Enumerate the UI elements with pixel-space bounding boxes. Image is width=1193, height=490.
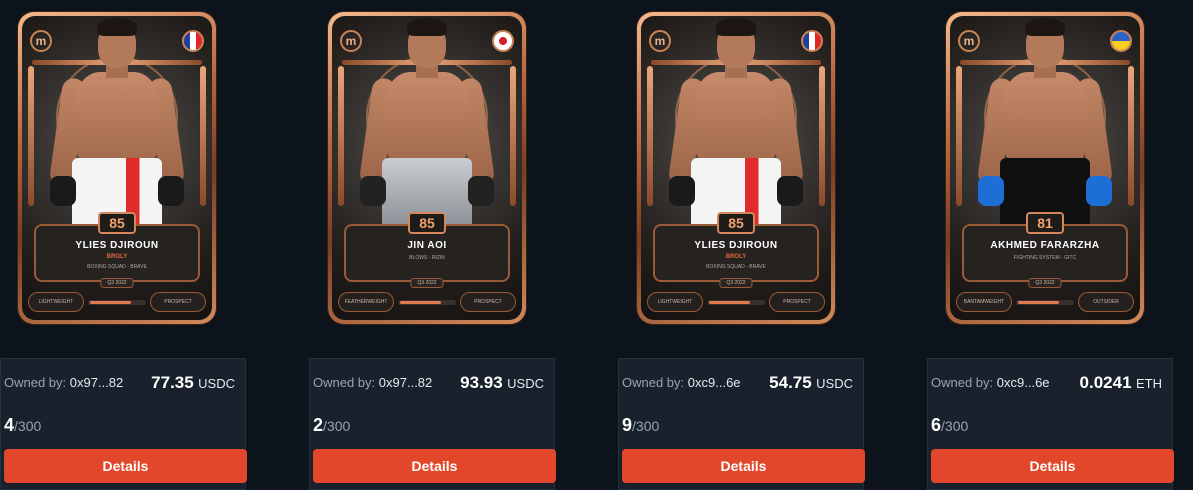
- fighter-photo: [352, 16, 502, 226]
- copper-pipe: [200, 66, 206, 206]
- progress-line: [88, 300, 146, 305]
- owner-label: Owned by:: [931, 375, 994, 390]
- price-currency: USDC: [198, 376, 235, 391]
- details-button[interactable]: Details: [931, 449, 1174, 483]
- copper-pipe: [647, 66, 653, 206]
- fighter-name: AKHMED FARARZHA: [990, 240, 1100, 251]
- price-currency: USDC: [507, 376, 544, 391]
- fighter-card-image[interactable]: m YLIES DJIROUN BROLY BOXING SQUAD - BRA…: [637, 12, 835, 324]
- fighter-photo: [42, 16, 192, 226]
- copper-pipe: [819, 66, 825, 206]
- fighter-nickname: BROLY: [725, 254, 747, 260]
- tier-pill: OUTSIDER: [1078, 292, 1134, 312]
- owner-info: Owned by: 0x97...82: [313, 375, 432, 390]
- weight-class-pill: LIGHTWEIGHT: [647, 292, 703, 312]
- card-season: Q3 2022: [1028, 278, 1062, 288]
- tier-pill: PROSPECT: [460, 292, 516, 312]
- details-button[interactable]: Details: [622, 449, 865, 483]
- copper-pipe: [338, 66, 344, 206]
- edition-count: 6/300: [931, 415, 968, 436]
- owner-address[interactable]: 0x97...82: [70, 375, 124, 390]
- fighter-rating: 85: [98, 212, 136, 234]
- fighter-name: YLIES DJIROUN: [694, 240, 778, 251]
- price-currency: USDC: [816, 376, 853, 391]
- edition-total: /300: [14, 418, 42, 434]
- copper-pipe: [510, 66, 516, 206]
- fighter-rating: 81: [1026, 212, 1064, 234]
- owner-address[interactable]: 0xc9...6e: [688, 375, 741, 390]
- copper-pipe: [1128, 66, 1134, 206]
- progress-line: [707, 300, 765, 305]
- edition-count: 4/300: [4, 415, 41, 436]
- fighter-rating: 85: [408, 212, 446, 234]
- fighter-photo: [970, 16, 1120, 226]
- fighter-club: FIGHTING SYSTEM - GITC: [1013, 255, 1077, 261]
- fighter-club: BOXING SQUAD - BRAVE: [87, 264, 147, 270]
- nft-card-grid: m YLIES DJIROUN BROLY BOXING SQUAD - BRA…: [0, 0, 1193, 490]
- card-artwork: m YLIES DJIROUN BROLY BOXING SQUAD - BRA…: [641, 16, 831, 320]
- tier-pill: PROSPECT: [769, 292, 825, 312]
- price: 93.93 USDC: [460, 373, 544, 393]
- fighter-card-image[interactable]: m JIN AOI BLOWS - RIZIN 85 Q3 2022 FEATH…: [328, 12, 526, 324]
- owner-info: Owned by: 0xc9...6e: [622, 375, 741, 390]
- details-button[interactable]: Details: [4, 449, 247, 483]
- edition-count: 9/300: [622, 415, 659, 436]
- fighter-name: YLIES DJIROUN: [75, 240, 159, 251]
- edition-number: 2: [313, 415, 324, 435]
- nft-listing: m AKHMED FARARZHA FIGHTING SYSTEM - GITC…: [927, 0, 1174, 490]
- fighter-name: JIN AOI: [407, 240, 447, 251]
- price: 77.35 USDC: [151, 373, 235, 393]
- progress-line: [1016, 300, 1074, 305]
- fighter-photo: [661, 16, 811, 226]
- edition-number: 9: [622, 415, 633, 435]
- card-season: Q3 2022: [719, 278, 753, 288]
- owner-info: Owned by: 0x97...82: [4, 375, 123, 390]
- owner-label: Owned by:: [4, 375, 67, 390]
- edition-total: /300: [323, 418, 351, 434]
- fighter-nickname: BROLY: [106, 254, 128, 260]
- price-value: 93.93: [460, 373, 503, 392]
- weight-class-pill: FEATHERWEIGHT: [338, 292, 394, 312]
- owner-address[interactable]: 0xc9...6e: [997, 375, 1050, 390]
- fighter-card-image[interactable]: m AKHMED FARARZHA FIGHTING SYSTEM - GITC…: [946, 12, 1144, 324]
- owner-label: Owned by:: [313, 375, 376, 390]
- copper-pipe: [956, 66, 962, 206]
- tier-pill: PROSPECT: [150, 292, 206, 312]
- weight-class-pill: LIGHTWEIGHT: [28, 292, 84, 312]
- price-value: 54.75: [769, 373, 812, 392]
- listing-info-panel: Owned by: 0x97...82 93.93 USDC 2/300 Det…: [309, 358, 556, 490]
- nft-listing: m YLIES DJIROUN BROLY BOXING SQUAD - BRA…: [618, 0, 865, 490]
- nft-listing: m YLIES DJIROUN BROLY BOXING SQUAD - BRA…: [0, 0, 247, 490]
- card-artwork: m YLIES DJIROUN BROLY BOXING SQUAD - BRA…: [22, 16, 212, 320]
- owner-info: Owned by: 0xc9...6e: [931, 375, 1050, 390]
- fighter-card-image[interactable]: m YLIES DJIROUN BROLY BOXING SQUAD - BRA…: [18, 12, 216, 324]
- copper-pipe: [28, 66, 34, 206]
- price: 54.75 USDC: [769, 373, 853, 393]
- edition-total: /300: [632, 418, 660, 434]
- edition-total: /300: [941, 418, 969, 434]
- listing-info-panel: Owned by: 0xc9...6e 0.0241 ETH 6/300 Det…: [927, 358, 1174, 490]
- edition-number: 6: [931, 415, 942, 435]
- price: 0.0241 ETH: [1080, 373, 1162, 393]
- owner-label: Owned by:: [622, 375, 685, 390]
- card-artwork: m JIN AOI BLOWS - RIZIN 85 Q3 2022 FEATH…: [332, 16, 522, 320]
- price-value: 77.35: [151, 373, 194, 392]
- listing-info-panel: Owned by: 0xc9...6e 54.75 USDC 9/300 Det…: [618, 358, 865, 490]
- card-artwork: m AKHMED FARARZHA FIGHTING SYSTEM - GITC…: [950, 16, 1140, 320]
- nft-listing: m JIN AOI BLOWS - RIZIN 85 Q3 2022 FEATH…: [309, 0, 556, 490]
- card-season: Q3 2022: [100, 278, 134, 288]
- details-button[interactable]: Details: [313, 449, 556, 483]
- edition-count: 2/300: [313, 415, 350, 436]
- progress-line: [398, 300, 456, 305]
- weight-class-pill: BANTAMWEIGHT: [956, 292, 1012, 312]
- owner-address[interactable]: 0x97...82: [379, 375, 433, 390]
- listing-info-panel: Owned by: 0x97...82 77.35 USDC 4/300 Det…: [0, 358, 247, 490]
- fighter-club: BLOWS - RIZIN: [409, 255, 445, 261]
- card-season: Q3 2022: [410, 278, 444, 288]
- edition-number: 4: [4, 415, 15, 435]
- fighter-rating: 85: [717, 212, 755, 234]
- price-value: 0.0241: [1079, 373, 1132, 392]
- fighter-club: BOXING SQUAD - BRAVE: [706, 264, 766, 270]
- price-currency: ETH: [1136, 376, 1162, 391]
